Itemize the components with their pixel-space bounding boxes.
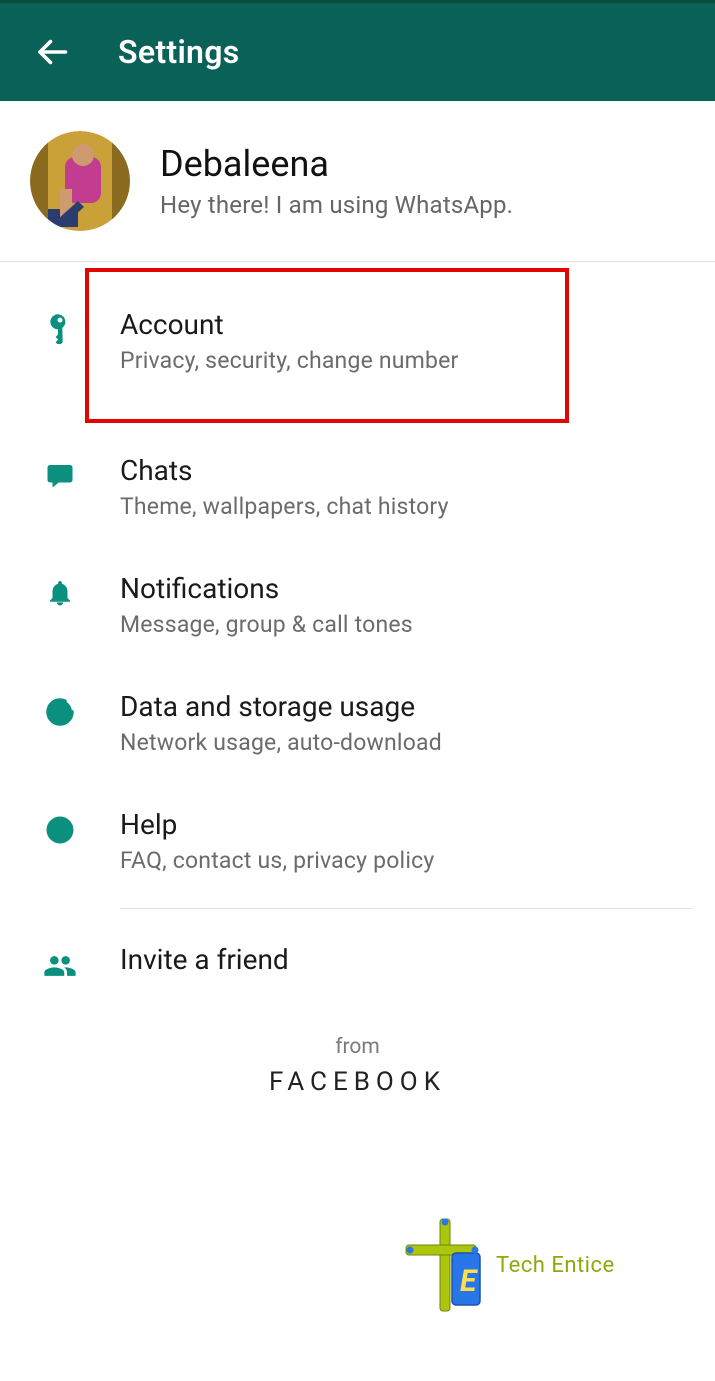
bell-icon — [45, 578, 75, 608]
footer-brand: FACEBOOK — [0, 1067, 715, 1097]
settings-item-chats[interactable]: Chats Theme, wallpapers, chat history — [0, 428, 715, 546]
divider — [120, 908, 693, 909]
back-button[interactable] — [30, 30, 74, 74]
settings-item-title: Chats — [120, 454, 693, 487]
data-icon — [44, 696, 76, 728]
settings-item-title: Invite a friend — [120, 943, 693, 976]
profile-name: Debaleena — [160, 143, 513, 185]
arrow-left-icon — [34, 34, 70, 70]
settings-item-subtitle: Network usage, auto-download — [120, 729, 693, 756]
footer: from FACEBOOK — [0, 1035, 715, 1097]
watermark-text: Tech Entice — [496, 1253, 615, 1278]
svg-text:E: E — [460, 1264, 478, 1299]
settings-item-help[interactable]: Help FAQ, contact us, privacy policy — [0, 782, 715, 900]
page-title: Settings — [118, 33, 240, 71]
settings-item-subtitle: Theme, wallpapers, chat history — [120, 493, 693, 520]
toolbar: Settings — [0, 3, 715, 101]
footer-from-label: from — [0, 1035, 715, 1059]
profile-row[interactable]: Debaleena Hey there! I am using WhatsApp… — [0, 101, 715, 262]
settings-item-title: Help — [120, 808, 693, 841]
people-icon — [43, 949, 77, 983]
key-icon — [45, 314, 75, 344]
settings-item-subtitle: Privacy, security, change number — [120, 347, 693, 374]
chat-icon — [45, 460, 75, 490]
settings-item-notifications[interactable]: Notifications Message, group & call tone… — [0, 546, 715, 664]
help-icon — [44, 814, 76, 846]
settings-list: Account Privacy, security, change number… — [0, 262, 715, 1009]
settings-item-invite[interactable]: Invite a friend — [0, 917, 715, 1009]
settings-item-subtitle: Message, group & call tones — [120, 611, 693, 638]
settings-item-data-storage[interactable]: Data and storage usage Network usage, au… — [0, 664, 715, 782]
avatar — [30, 131, 130, 231]
watermark-logo-icon: E — [400, 1215, 490, 1315]
settings-item-title: Notifications — [120, 572, 693, 605]
profile-status: Hey there! I am using WhatsApp. — [160, 191, 513, 219]
settings-item-title: Data and storage usage — [120, 690, 693, 723]
watermark: E Tech Entice — [400, 1215, 615, 1315]
settings-item-account[interactable]: Account Privacy, security, change number — [0, 272, 715, 428]
settings-item-subtitle: FAQ, contact us, privacy policy — [120, 847, 693, 874]
settings-item-title: Account — [120, 308, 693, 341]
